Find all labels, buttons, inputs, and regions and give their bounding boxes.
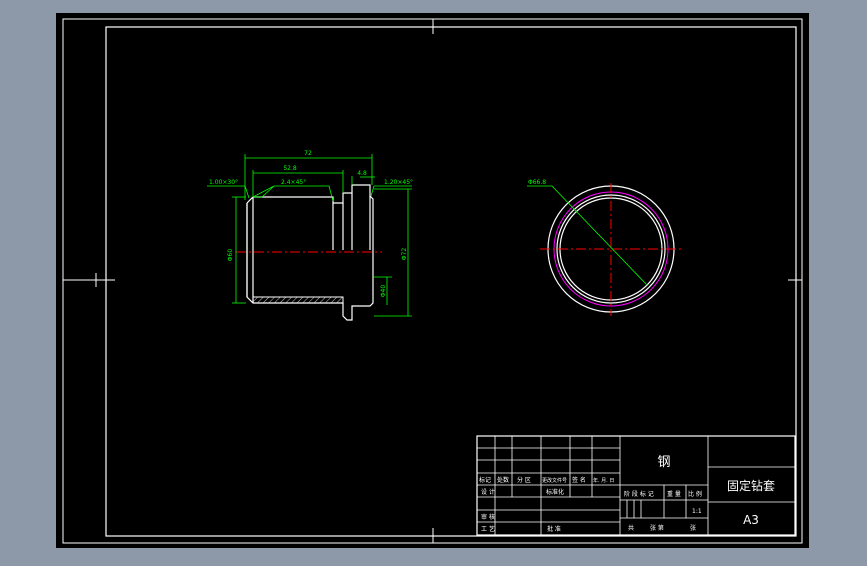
dim-chamfer-left: 1.00×30°	[209, 179, 238, 186]
part-name: 固定钻套	[727, 478, 775, 493]
label-process: 工 艺	[481, 525, 495, 533]
dim-dia-left: Φ60	[227, 249, 234, 262]
dim-dia-right: Φ72	[401, 248, 408, 261]
dim-chamfer-mid: 2.4×45°	[281, 179, 306, 186]
label-stage-mark: 阶 段 标 记	[624, 490, 654, 498]
label-mark: 标记	[479, 476, 491, 484]
label-design: 设 计	[481, 488, 495, 496]
drawing-sheet	[56, 13, 809, 548]
dim-step: 4.8	[357, 170, 367, 177]
label-zone: 分 区	[517, 476, 531, 484]
label-date: 年. 月. 日	[593, 477, 614, 484]
cad-viewport: 72 52.8 4.8 1.00×30° 2.4×45° 1.20×45° Φ6…	[0, 0, 867, 562]
label-weight: 重 量	[667, 490, 681, 498]
label-sheet-no: 张 第	[650, 524, 664, 532]
dim-overall-length: 72	[304, 150, 312, 157]
label-approve: 批 准	[547, 525, 561, 533]
label-sheet-unit: 张	[690, 524, 696, 532]
material-name: 钢	[657, 455, 670, 470]
label-count: 处数	[497, 476, 509, 484]
label-change-doc: 更改文件号	[542, 477, 567, 484]
scale-value: 1:1	[692, 508, 702, 515]
label-ratio: 比 例	[688, 490, 702, 498]
dim-inner-length: 52.8	[283, 165, 297, 172]
label-signature: 签 名	[572, 476, 586, 484]
label-total-sheets: 共	[628, 524, 634, 532]
dim-diameter: Φ66.8	[528, 179, 546, 186]
drawing-canvas: 72 52.8 4.8 1.00×30° 2.4×45° 1.20×45° Φ6…	[56, 13, 809, 548]
sheet-size: A3	[743, 513, 759, 527]
label-review: 审 核	[481, 513, 495, 521]
section-hatch	[252, 296, 344, 304]
dim-chamfer-right: 1.20×45°	[384, 179, 413, 186]
dim-dia-bore: Φ40	[380, 285, 387, 298]
label-standardize: 标准化	[546, 488, 564, 496]
